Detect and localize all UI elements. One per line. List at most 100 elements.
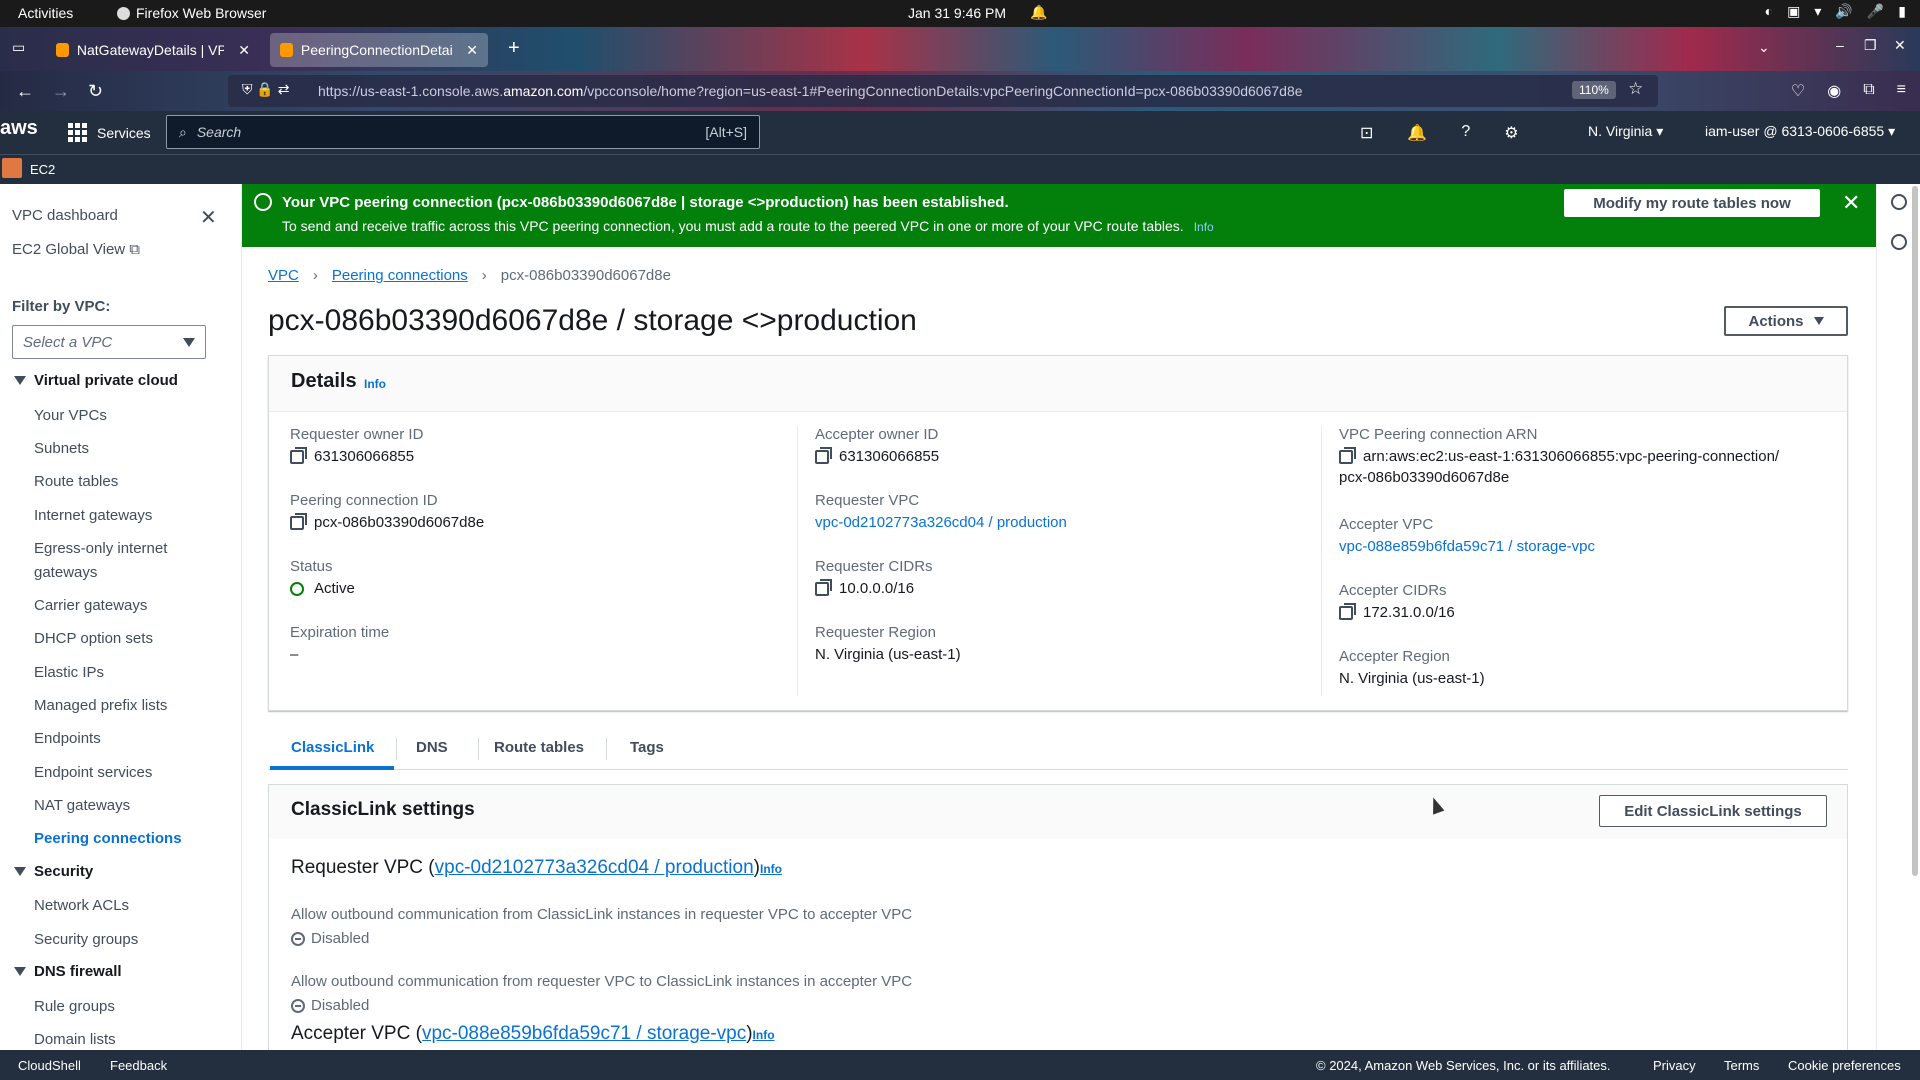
region-selector[interactable]: N. Virginia ▾ <box>1588 123 1663 140</box>
tab-route-tables[interactable]: Route tables <box>494 739 584 756</box>
forward-icon[interactable]: → <box>52 81 70 102</box>
browser-tab-natgateway[interactable]: NatGatewayDetails | VPC ✕ <box>46 33 260 67</box>
tab-tags[interactable]: Tags <box>630 739 664 756</box>
accepter-info-link[interactable]: Info <box>753 1028 775 1042</box>
bookmark-star-icon[interactable]: ☆ <box>1628 79 1643 99</box>
copy-icon[interactable] <box>1339 447 1356 464</box>
services-menu[interactable]: Services <box>68 123 151 142</box>
requester-allow-label: Allow outbound communication from Classi… <box>291 906 913 923</box>
privacy-link[interactable]: Privacy <box>1653 1058 1696 1073</box>
sidebar-item-egress-only-line2[interactable]: gateways <box>34 564 97 581</box>
system-tray[interactable]: ◐ ▣ ▾ 🔊 🎤 ▮ <box>1765 3 1906 20</box>
browser-tab-peering[interactable]: PeeringConnectionDetail ✕ <box>270 33 488 67</box>
caret-down-icon <box>1813 317 1824 325</box>
close-tab-icon[interactable]: ✕ <box>466 42 478 59</box>
restore-icon[interactable]: ❐ <box>1864 37 1877 54</box>
ec2-favorite[interactable]: EC2 <box>30 162 55 177</box>
copy-icon[interactable] <box>815 579 832 596</box>
sidebar-item-ec2-global-view[interactable]: EC2 Global View ⧉ <box>12 241 140 258</box>
ec2-service-icon[interactable] <box>2 158 22 178</box>
vpc-filter-select[interactable]: Select a VPC <box>12 325 206 359</box>
close-icon[interactable]: ✕ <box>200 205 217 230</box>
sidebar-item-carrier-gateways[interactable]: Carrier gateways <box>34 597 147 614</box>
cloudshell-icon[interactable]: ⊡ <box>1360 123 1373 143</box>
sidebar-item-dhcp-option-sets[interactable]: DHCP option sets <box>34 630 153 647</box>
accepter-vpc-link[interactable]: vpc-088e859b6fda59c71 / storage-vpc <box>1339 538 1595 555</box>
sidebar-item-endpoints[interactable]: Endpoints <box>34 730 101 747</box>
minimize-icon[interactable]: – <box>1836 37 1844 53</box>
close-icon[interactable]: ✕ <box>1842 190 1860 216</box>
sidebar-item-nat-gateways[interactable]: NAT gateways <box>34 797 130 814</box>
sidebar-item-endpoint-services[interactable]: Endpoint services <box>34 764 152 781</box>
modify-route-tables-button[interactable]: Modify my route tables now <box>1564 189 1820 217</box>
section-dns-firewall[interactable]: DNS firewall <box>14 963 122 980</box>
external-link-icon: ⧉ <box>129 241 141 258</box>
aws-logo[interactable]: aws <box>0 117 38 140</box>
cloudshell-link[interactable]: CloudShell <box>18 1058 81 1073</box>
back-icon[interactable]: ← <box>16 81 34 102</box>
requester-vpc-link[interactable]: vpc-0d2102773a326cd04 / production <box>815 514 1067 531</box>
copy-icon[interactable] <box>290 513 307 530</box>
pocket-icon[interactable]: ♡ <box>1791 81 1805 101</box>
sidebar-item-security-groups[interactable]: Security groups <box>34 931 138 948</box>
page-scrollbar[interactable] <box>1912 186 1918 876</box>
url-bar[interactable]: ⛨ 🔒 ⇄ https://us-east-1.console.aws. amaz… <box>228 75 1658 107</box>
sidebar-item-elastic-ips[interactable]: Elastic IPs <box>34 664 104 681</box>
peering-connection-id-field: Peering connection ID pcx-086b03390d6067… <box>290 492 485 531</box>
edit-classiclink-button[interactable]: Edit ClassicLink settings <box>1599 795 1827 827</box>
side-navigation: VPC dashboard ✕ EC2 Global View ⧉ Filter… <box>0 184 242 1050</box>
copy-icon[interactable] <box>1339 603 1356 620</box>
extensions-icon[interactable]: ⧉ <box>1863 81 1874 101</box>
section-security[interactable]: Security <box>14 863 93 880</box>
breadcrumb-vpc[interactable]: VPC <box>268 267 299 284</box>
actions-button[interactable]: Actions <box>1724 306 1848 336</box>
account-icon[interactable]: ◉ <box>1827 81 1841 101</box>
zoom-indicator[interactable]: 110% <box>1572 81 1616 99</box>
browser-toolbar: ← → ↻ ⛨ 🔒 ⇄ https://us-east-1.console.aw… <box>0 71 1920 111</box>
tab-dns[interactable]: DNS <box>416 739 448 756</box>
app-menu[interactable]: Firefox Web Browser <box>117 5 266 21</box>
close-tab-icon[interactable]: ✕ <box>238 42 250 59</box>
requester-vpc-link[interactable]: vpc-0d2102773a326cd04 / production <box>435 857 754 878</box>
sidebar-item-managed-prefix-lists[interactable]: Managed prefix lists <box>34 697 167 714</box>
accepter-vpc-link[interactable]: vpc-088e859b6fda59c71 / storage-vpc <box>422 1023 746 1044</box>
clock[interactable]: Jan 31 9:46 PM <box>908 5 1006 21</box>
menu-icon[interactable]: ≡ <box>1897 81 1906 101</box>
sidebar-item-network-acls[interactable]: Network ACLs <box>34 897 129 914</box>
settings-gear-icon[interactable]: ⚙ <box>1504 123 1518 143</box>
feedback-link[interactable]: Feedback <box>110 1058 167 1073</box>
tab-overview-icon[interactable]: ▭ <box>12 39 25 56</box>
sidebar-item-peering-connections[interactable]: Peering connections <box>34 830 182 847</box>
notifications-icon[interactable]: 🔔 <box>1407 123 1427 143</box>
copy-icon[interactable] <box>815 447 832 464</box>
flash-title: Your VPC peering connection (pcx-086b033… <box>282 194 1009 211</box>
flash-info-link[interactable]: Info <box>1194 220 1214 234</box>
cookie-preferences-link[interactable]: Cookie preferences <box>1788 1058 1901 1073</box>
requester-info-link[interactable]: Info <box>760 862 782 876</box>
history-icon[interactable] <box>1891 234 1907 250</box>
tab-classiclink[interactable]: ClassicLink <box>291 739 374 756</box>
sidebar-item-rule-groups[interactable]: Rule groups <box>34 998 115 1015</box>
new-tab-icon[interactable]: + <box>508 37 520 60</box>
details-info-link[interactable]: Info <box>364 377 386 391</box>
terms-link[interactable]: Terms <box>1724 1058 1759 1073</box>
sidebar-item-egress-only[interactable]: Egress-only internet <box>34 540 167 557</box>
url-prefix: https://us-east-1.console.aws. <box>318 83 504 99</box>
section-virtual-private-cloud[interactable]: Virtual private cloud <box>14 372 178 389</box>
sidebar-item-subnets[interactable]: Subnets <box>34 440 89 457</box>
help-icon[interactable]: ? <box>1461 123 1470 143</box>
search-input[interactable]: ⌕ Search [Alt+S] <box>166 115 760 149</box>
copy-icon[interactable] <box>290 447 307 464</box>
sidebar-item-domain-lists[interactable]: Domain lists <box>34 1031 116 1048</box>
reload-icon[interactable]: ↻ <box>88 81 103 102</box>
account-menu[interactable]: iam-user @ 6313-0606-6855 ▾ <box>1705 123 1895 140</box>
sidebar-item-your-vpcs[interactable]: Your VPCs <box>34 407 107 424</box>
close-window-icon[interactable]: ✕ <box>1894 37 1906 54</box>
list-tabs-icon[interactable]: ⌄ <box>1758 39 1770 56</box>
breadcrumb-peering-connections[interactable]: Peering connections <box>332 267 468 284</box>
info-panel-icon[interactable] <box>1891 194 1907 210</box>
sidebar-item-internet-gateways[interactable]: Internet gateways <box>34 507 152 524</box>
sidebar-item-route-tables[interactable]: Route tables <box>34 473 118 490</box>
sidebar-item-vpc-dashboard[interactable]: VPC dashboard <box>12 207 118 224</box>
activities-button[interactable]: Activities <box>18 5 73 21</box>
